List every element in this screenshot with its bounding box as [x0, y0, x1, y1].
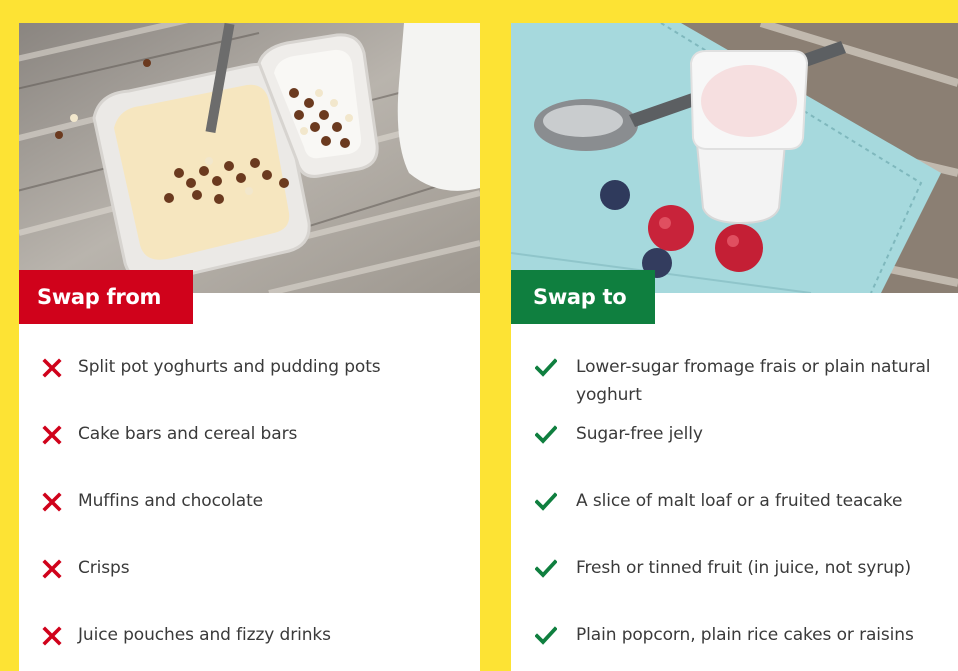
check-icon — [535, 424, 557, 446]
check-icon — [535, 625, 557, 647]
cross-icon — [41, 357, 63, 379]
list-item-text: A slice of malt loaf or a fruited teacak… — [576, 491, 903, 511]
swap-from-card: Swap from Split pot yoghurts and pudding… — [19, 23, 480, 671]
swap-from-badge: Swap from — [19, 270, 193, 324]
swap-from-photo — [19, 23, 480, 293]
list-item-text: Cake bars and cereal bars — [78, 424, 298, 444]
fromage-frais-image — [511, 23, 958, 293]
swap-to-badge: Swap to — [511, 270, 655, 324]
cross-icon — [41, 491, 63, 513]
split-pot-yoghurt-image — [19, 23, 480, 293]
cross-icon — [41, 424, 63, 446]
swap-to-card: Swap to Lower-sugar fromage frais or pla… — [511, 23, 958, 671]
list-item-text: Split pot yoghurts and pudding pots — [78, 357, 381, 377]
check-icon — [535, 558, 557, 580]
check-icon — [535, 357, 557, 379]
swap-to-photo — [511, 23, 958, 293]
list-item-text: Muffins and chocolate — [78, 491, 263, 511]
cross-icon — [41, 558, 63, 580]
list-item-text: Sugar-free jelly — [576, 424, 703, 444]
list-item-text: Crisps — [78, 558, 130, 578]
list-item-text: Fresh or tinned fruit (in juice, not syr… — [576, 558, 911, 578]
list-item-text: Plain popcorn, plain rice cakes or raisi… — [576, 625, 914, 645]
check-icon — [535, 491, 557, 513]
list-item-text: Juice pouches and fizzy drinks — [78, 625, 331, 645]
list-item-text: Lower-sugar fromage frais or plain natur… — [576, 357, 931, 405]
cross-icon — [41, 625, 63, 647]
